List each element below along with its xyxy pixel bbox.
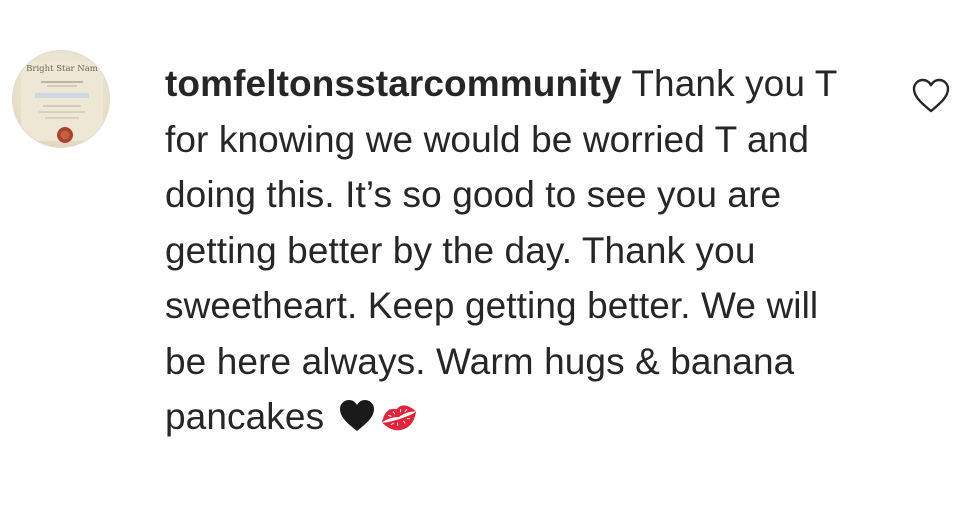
comment: Bright Star Nam tomfeltonsstarcommunity …	[0, 0, 980, 515]
like-button[interactable]	[911, 77, 951, 115]
comment-text: tomfeltonsstarcommunity Thank you T for …	[165, 56, 855, 445]
certificate-title: Bright Star Nam	[26, 64, 98, 74]
comment-message: Thank you T for knowing we would be worr…	[165, 63, 837, 437]
heart-outline-icon	[912, 78, 950, 113]
certificate-image: Bright Star Nam	[21, 61, 103, 143]
black-heart-icon	[339, 399, 375, 433]
username-link[interactable]: tomfeltonsstarcommunity	[165, 63, 622, 104]
avatar[interactable]: Bright Star Nam	[12, 50, 110, 148]
kiss-mark-icon	[379, 401, 419, 433]
